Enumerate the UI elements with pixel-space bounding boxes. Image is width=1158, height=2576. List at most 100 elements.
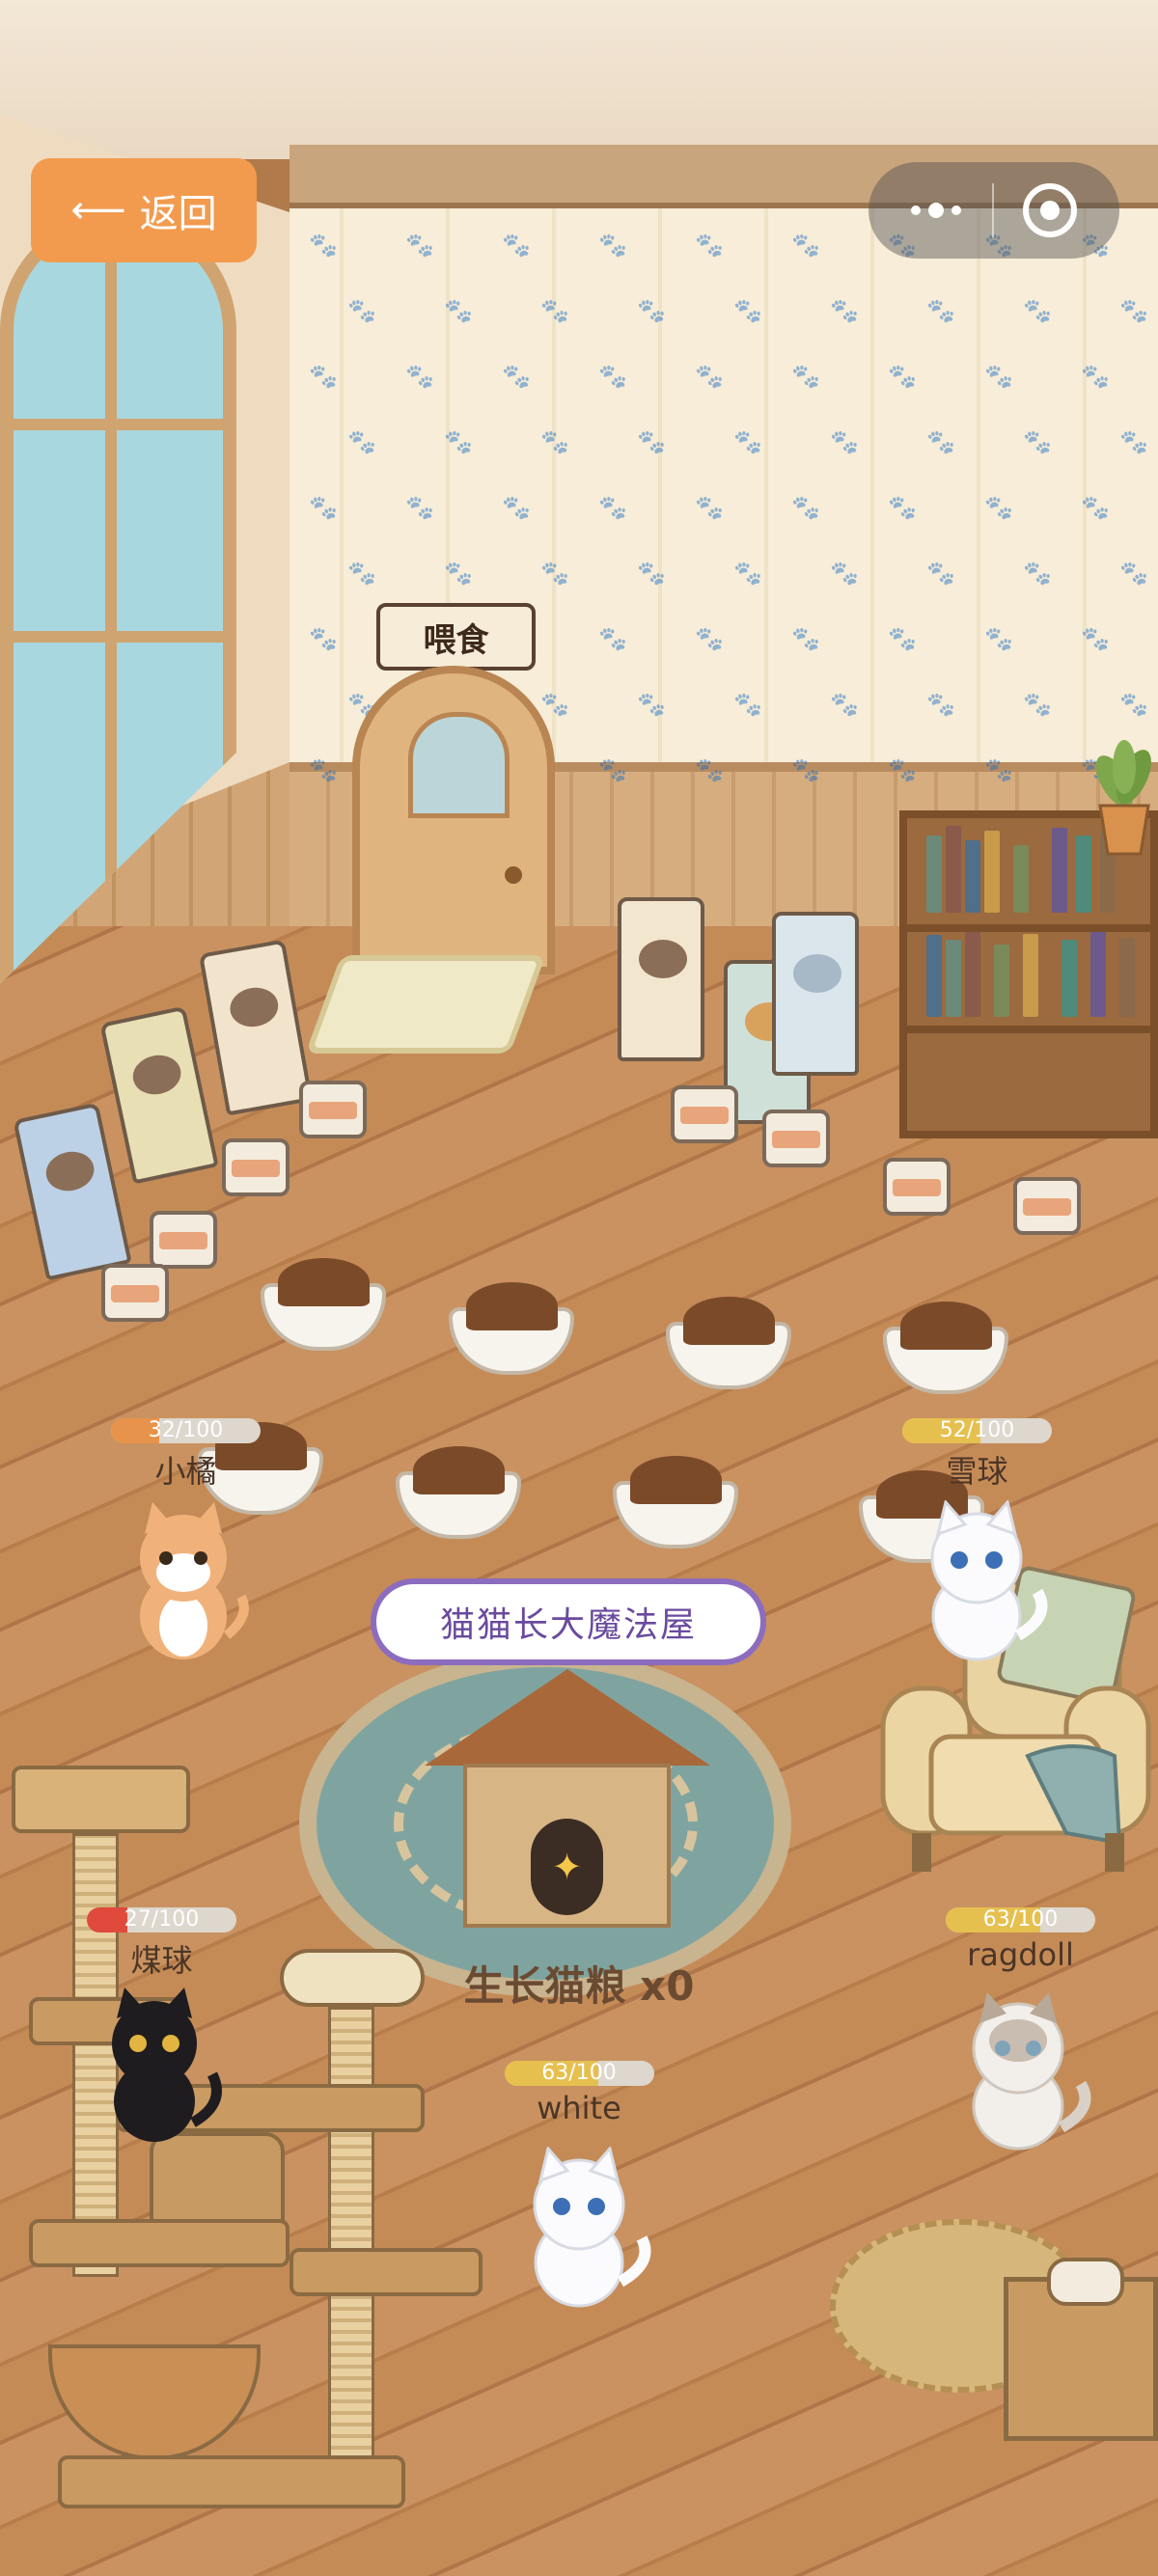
hut-roof bbox=[425, 1669, 710, 1766]
white-cat[interactable] bbox=[511, 2147, 656, 2311]
paw-print-icon: 🐾 bbox=[791, 756, 820, 783]
paw-print-icon: 🐾 bbox=[1081, 494, 1110, 521]
paw-print-icon: 🐾 bbox=[405, 363, 434, 390]
paw-print-icon: 🐾 bbox=[637, 297, 666, 324]
hunger-bar: 52/100 bbox=[902, 1418, 1052, 1443]
arrow-left-icon: ⟵ bbox=[70, 188, 126, 233]
paw-print-icon: 🐾 bbox=[791, 494, 820, 521]
hunger-bar: 63/100 bbox=[946, 1907, 1095, 1932]
paw-print-icon: 🐾 bbox=[502, 363, 531, 390]
paw-print-icon: 🐾 bbox=[830, 691, 859, 718]
paw-print-icon: 🐾 bbox=[791, 232, 820, 259]
cat-status-xueqiu: 52/100 雪球 bbox=[888, 1418, 1066, 1492]
paw-print-icon: 🐾 bbox=[830, 428, 859, 455]
paw-print-icon: 🐾 bbox=[598, 363, 627, 390]
hunger-value: 27/100 bbox=[124, 1907, 200, 1932]
door-knob bbox=[505, 866, 522, 884]
paw-print-icon: 🐾 bbox=[888, 625, 917, 652]
cat-name: 小橘 bbox=[154, 1453, 217, 1490]
paw-print-icon: 🐾 bbox=[598, 494, 627, 521]
paw-print-icon: 🐾 bbox=[888, 494, 917, 521]
paw-print-icon: 🐾 bbox=[926, 691, 955, 718]
cat-food-bag bbox=[772, 912, 859, 1076]
paw-print-icon: 🐾 bbox=[1119, 560, 1148, 587]
doormat bbox=[305, 955, 546, 1054]
paw-print-icon: 🐾 bbox=[888, 363, 917, 390]
paw-print-icon: 🐾 bbox=[1023, 428, 1052, 455]
paw-print-icon: 🐾 bbox=[502, 232, 531, 259]
paw-print-icon: 🐾 bbox=[347, 297, 376, 324]
paw-print-icon: 🐾 bbox=[888, 756, 917, 783]
paw-print-icon: 🐾 bbox=[444, 428, 473, 455]
paw-print-icon: 🐾 bbox=[733, 428, 762, 455]
paw-print-icon: 🐾 bbox=[540, 428, 569, 455]
paw-print-icon: 🐾 bbox=[502, 494, 531, 521]
back-button[interactable]: ⟵ 返回 bbox=[31, 158, 257, 262]
paw-print-icon: 🐾 bbox=[830, 297, 859, 324]
paw-print-icon: 🐾 bbox=[309, 756, 338, 783]
paw-print-icon: 🐾 bbox=[637, 691, 666, 718]
white-cat-xueqiu[interactable] bbox=[907, 1500, 1052, 1664]
paw-print-icon: 🐾 bbox=[637, 560, 666, 587]
more-dots-icon[interactable] bbox=[888, 162, 984, 259]
cat-status-ragdoll: 63/100 ragdoll bbox=[931, 1907, 1110, 1973]
paw-print-icon: 🐾 bbox=[347, 560, 376, 587]
paw-print-icon: 🐾 bbox=[598, 232, 627, 259]
hunger-bar: 27/100 bbox=[87, 1907, 236, 1932]
paw-print-icon: 🐾 bbox=[1119, 297, 1148, 324]
black-cat[interactable] bbox=[92, 1987, 227, 2147]
paw-print-icon: 🐾 bbox=[405, 494, 434, 521]
paw-print-icon: 🐾 bbox=[926, 297, 955, 324]
paw-print-icon: 🐾 bbox=[540, 691, 569, 718]
paw-print-icon: 🐾 bbox=[637, 428, 666, 455]
paw-print-icon: 🐾 bbox=[405, 232, 434, 259]
paw-print-icon: 🐾 bbox=[347, 428, 376, 455]
paw-print-icon: 🐾 bbox=[540, 297, 569, 324]
close-target-icon[interactable] bbox=[1023, 183, 1077, 237]
paw-print-icon: 🐾 bbox=[733, 691, 762, 718]
paw-print-icon: 🐾 bbox=[540, 560, 569, 587]
paw-print-icon: 🐾 bbox=[598, 756, 627, 783]
hunger-value: 52/100 bbox=[939, 1418, 1015, 1442]
paw-print-icon: 🐾 bbox=[695, 494, 724, 521]
food-can bbox=[883, 1158, 951, 1216]
paw-print-icon: 🐾 bbox=[309, 625, 338, 652]
sparkle-icon[interactable]: ✦ bbox=[531, 1819, 603, 1915]
paw-print-icon: 🐾 bbox=[984, 756, 1013, 783]
paw-print-icon: 🐾 bbox=[695, 363, 724, 390]
door-window bbox=[408, 712, 510, 818]
paw-print-icon: 🐾 bbox=[1119, 428, 1148, 455]
paw-print-icon: 🐾 bbox=[926, 560, 955, 587]
ragdoll-cat[interactable] bbox=[951, 1992, 1095, 2151]
cat-name: 煤球 bbox=[130, 1942, 193, 1979]
paw-print-icon: 🐾 bbox=[598, 625, 627, 652]
cat-food-bag bbox=[618, 897, 704, 1061]
hunger-value: 32/100 bbox=[148, 1418, 224, 1442]
paw-print-icon: 🐾 bbox=[444, 560, 473, 587]
feed-sign[interactable]: 喂食 bbox=[376, 603, 536, 671]
ceiling bbox=[0, 0, 1158, 159]
paw-print-icon: 🐾 bbox=[1119, 691, 1148, 718]
cat-name: ragdoll bbox=[967, 1936, 1074, 1973]
paw-print-icon: 🐾 bbox=[926, 428, 955, 455]
paw-print-icon: 🐾 bbox=[984, 363, 1013, 390]
hunger-value: 63/100 bbox=[541, 2061, 617, 2085]
paw-print-icon: 🐾 bbox=[1081, 625, 1110, 652]
paw-print-icon: 🐾 bbox=[309, 232, 338, 259]
room-door[interactable] bbox=[352, 666, 555, 974]
paw-print-icon: 🐾 bbox=[733, 560, 762, 587]
food-can bbox=[101, 1264, 169, 1322]
paw-print-icon: 🐾 bbox=[695, 232, 724, 259]
hunger-bar: 32/100 bbox=[111, 1418, 261, 1443]
paw-print-icon: 🐾 bbox=[984, 625, 1013, 652]
growth-food-count: 生长猫粮 x0 bbox=[463, 1961, 695, 2010]
food-can bbox=[671, 1085, 738, 1143]
cat-name: white bbox=[537, 2090, 621, 2126]
cat-status-white: 63/100 white bbox=[502, 2061, 656, 2126]
orange-cat[interactable] bbox=[116, 1500, 251, 1664]
cat-name: 雪球 bbox=[946, 1453, 1008, 1490]
mini-program-capsule bbox=[868, 162, 1119, 259]
paw-print-icon: 🐾 bbox=[1023, 560, 1052, 587]
magic-house-button[interactable]: 猫猫长大魔法屋 bbox=[371, 1578, 766, 1665]
paw-print-icon: 🐾 bbox=[309, 363, 338, 390]
